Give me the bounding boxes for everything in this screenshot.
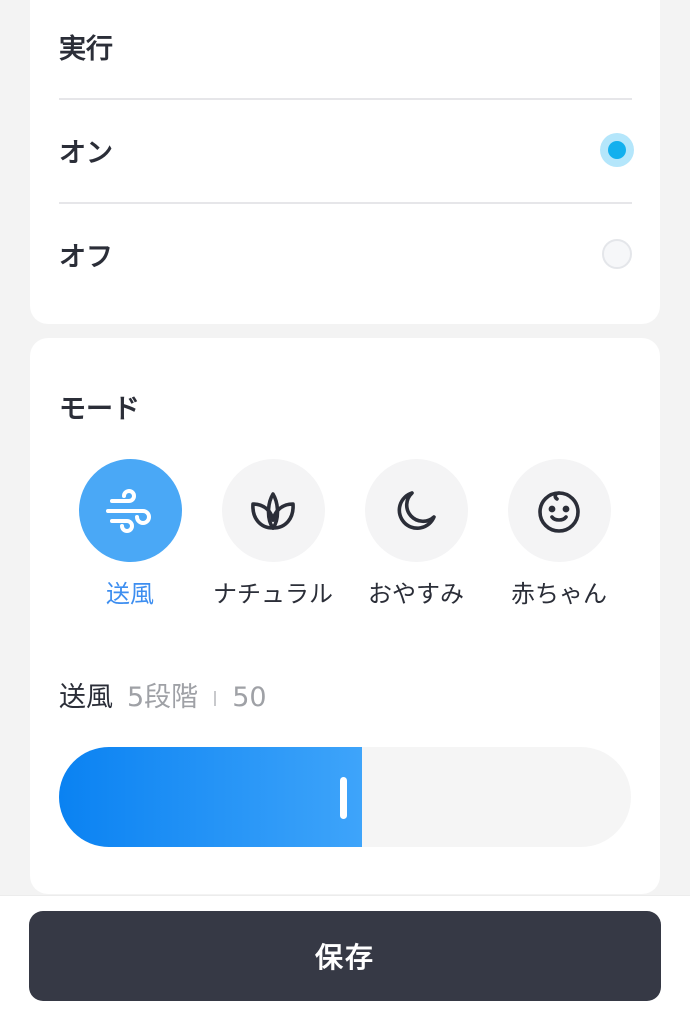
mode-item-wind[interactable]: 送風 xyxy=(60,459,200,611)
mode-label-natural: ナチュラル xyxy=(213,580,333,608)
level-separator xyxy=(214,690,217,706)
bottom-bar: 保存 xyxy=(0,895,690,1025)
level-summary: 送風 5段階 50 xyxy=(59,678,267,718)
mode-circle[interactable] xyxy=(507,459,611,562)
option-on-label: オン xyxy=(59,137,113,169)
mode-label-baby: 赤ちゃん xyxy=(511,580,607,608)
divider xyxy=(59,202,632,204)
leaf-icon xyxy=(251,491,295,530)
baby-face-icon xyxy=(538,490,580,533)
wind-icon xyxy=(106,488,151,533)
mode-item-baby[interactable]: 赤ちゃん xyxy=(489,459,629,611)
mode-label-sleep: おやすみ xyxy=(368,580,464,608)
option-off-label: オフ xyxy=(59,241,113,273)
moon-icon xyxy=(397,490,436,530)
mode-title: モード xyxy=(59,394,140,425)
radio-on-selected[interactable] xyxy=(600,133,634,167)
execution-title: 実行 xyxy=(59,34,113,65)
radio-off[interactable] xyxy=(602,239,632,269)
mode-circle[interactable] xyxy=(78,459,182,562)
mode-item-natural[interactable]: ナチュラル xyxy=(203,459,343,611)
mode-item-sleep[interactable]: おやすみ xyxy=(346,459,486,611)
mode-circle[interactable] xyxy=(364,459,468,562)
mode-label-wind: 送風 xyxy=(106,580,154,608)
execution-card: 実行 オン オフ xyxy=(30,0,660,324)
option-on[interactable]: オン xyxy=(59,120,634,180)
option-off[interactable]: オフ xyxy=(59,224,632,284)
mode-circle[interactable] xyxy=(221,459,325,562)
level-steps: 5段階 xyxy=(127,682,199,713)
divider xyxy=(59,98,632,100)
save-button[interactable]: 保存 xyxy=(29,911,661,1001)
mode-card: モード 送風 ナチュラル おやすみ 赤ちゃん 送風 5段階 50 xyxy=(30,338,660,894)
level-mode-name: 送風 xyxy=(59,682,113,713)
level-value: 50 xyxy=(232,682,267,713)
slider-fill xyxy=(59,747,362,847)
level-slider[interactable] xyxy=(59,747,631,847)
slider-handle[interactable] xyxy=(340,777,347,819)
